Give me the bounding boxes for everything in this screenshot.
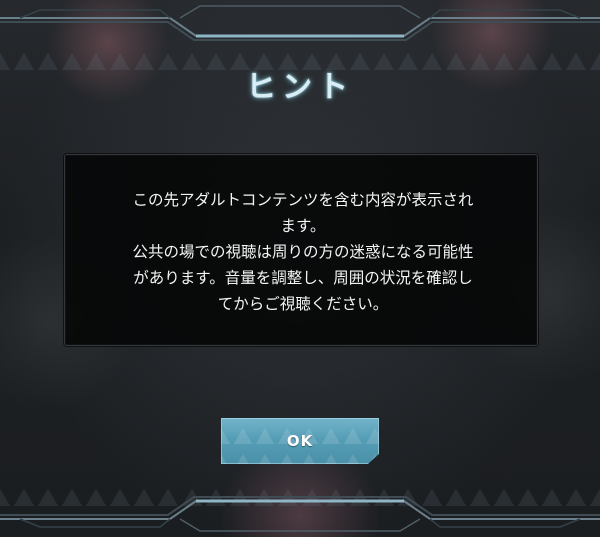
message-line: 公共の場での視聴は周りの方の迷惑になる可能性 xyxy=(132,243,474,261)
message-line: この先アダルトコンテンツを含む内容が表示され xyxy=(132,191,474,209)
game-screen: ヒント この先アダルトコンテンツを含む内容が表示され ます。 公共の場での視聴は… xyxy=(0,0,600,537)
ok-button-label: OK xyxy=(286,432,314,450)
message-line: てからご視聴ください。 xyxy=(217,295,389,313)
message-box: この先アダルトコンテンツを含む内容が表示され ます。 公共の場での視聴は周りの方… xyxy=(64,154,538,346)
ok-button[interactable]: OK xyxy=(221,418,379,464)
message-text: この先アダルトコンテンツを含む内容が表示され ます。 公共の場での視聴は周りの方… xyxy=(103,187,503,317)
bottom-frame-ornament xyxy=(0,496,600,532)
message-line: ます。 xyxy=(280,217,326,235)
message-line: があります。音量を調整し、周囲の状況を確認し xyxy=(133,269,473,287)
dialog-title: ヒント xyxy=(246,70,354,105)
top-frame-ornament xyxy=(0,5,600,41)
